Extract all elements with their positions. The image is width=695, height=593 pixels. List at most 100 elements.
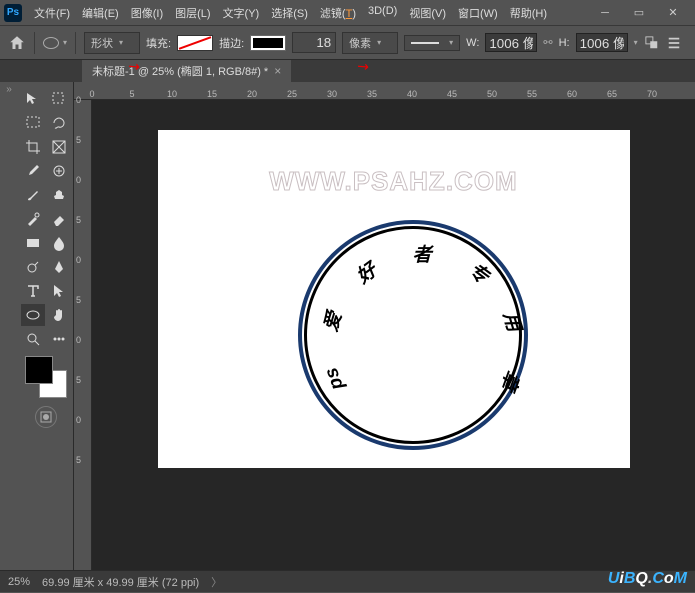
window-controls: ─ ▭ ✕ — [593, 4, 691, 22]
status-menu-chevron[interactable]: 〉 — [211, 574, 222, 590]
document-area: 0510152025303540455055606570 0505050505 … — [74, 82, 695, 570]
options-bar: ▾ 形状▾ 填充: 描边: 像素▾ ▾ W: ⚯ H: ▾ — [0, 26, 695, 60]
ruler-tick: 50 — [487, 89, 497, 99]
align-icon[interactable] — [666, 36, 682, 50]
artboard-tool[interactable] — [47, 88, 71, 110]
hand-tool[interactable] — [47, 304, 71, 326]
eyedropper-tool[interactable] — [21, 160, 45, 182]
app-logo[interactable]: Ps — [4, 4, 22, 22]
menu-view[interactable]: 视图(V) — [403, 2, 452, 24]
path-text-char: 用 — [497, 308, 528, 334]
artboard[interactable]: WWW.PSAHZ.COM ps 爱好 者专用章 — [158, 130, 630, 468]
type-tool[interactable] — [21, 280, 45, 302]
minimize-button[interactable]: ─ — [593, 4, 617, 22]
path-text-char: 好 — [350, 256, 381, 289]
tab-close-icon[interactable]: × — [274, 64, 281, 78]
horizontal-ruler[interactable]: 0510152025303540455055606570 — [74, 82, 695, 100]
document-tab-title: 未标题-1 @ 25% (椭圆 1, RGB/8#) * — [92, 63, 268, 79]
stroke-width-input[interactable] — [292, 32, 336, 53]
tools-panel — [18, 82, 74, 570]
zoom-level[interactable]: 25% — [8, 576, 30, 588]
ruler-tick: 25 — [287, 89, 297, 99]
maximize-button[interactable]: ▭ — [627, 4, 651, 22]
menu-image[interactable]: 图像(I) — [125, 2, 169, 24]
menu-help[interactable]: 帮助(H) — [504, 2, 553, 24]
ruler-tick: 0 — [76, 175, 81, 185]
canvas-viewport[interactable]: WWW.PSAHZ.COM ps 爱好 者专用章 — [92, 100, 695, 570]
ruler-tick: 0 — [76, 255, 81, 265]
tool-mode-dropdown[interactable]: 形状▾ — [84, 32, 140, 54]
ruler-tick: 5 — [76, 375, 81, 385]
ruler-tick: 15 — [207, 89, 217, 99]
ruler-tick: 5 — [76, 215, 81, 225]
ruler-tick: 5 — [129, 89, 134, 99]
collapse-chevron-icon[interactable]: » — [6, 84, 12, 95]
clone-stamp-tool[interactable] — [47, 184, 71, 206]
ruler-tick: 70 — [647, 89, 657, 99]
ruler-tick: 5 — [76, 135, 81, 145]
eraser-tool[interactable] — [47, 208, 71, 230]
fill-swatch[interactable] — [177, 35, 213, 51]
stroke-swatch[interactable] — [250, 35, 286, 51]
path-text-char: 专 — [463, 256, 494, 289]
stroke-unit-dropdown[interactable]: 像素▾ — [342, 32, 398, 54]
ruler-tick: 0 — [89, 89, 94, 99]
status-bar: 25% 69.99 厘米 x 49.99 厘米 (72 ppi) 〉 — [0, 570, 695, 592]
ruler-tick: 30 — [327, 89, 337, 99]
pen-tool[interactable] — [47, 256, 71, 278]
history-brush-tool[interactable] — [21, 208, 45, 230]
dodge-tool[interactable] — [21, 256, 45, 278]
lasso-tool[interactable] — [47, 112, 71, 134]
path-select-tool[interactable] — [47, 280, 71, 302]
path-ops-icon[interactable] — [644, 36, 660, 50]
menu-select[interactable]: 选择(S) — [265, 2, 314, 24]
quick-mask-button[interactable] — [35, 406, 57, 428]
path-text-char: 爱 — [315, 308, 346, 334]
width-input[interactable] — [485, 33, 537, 52]
path-text-char: 章 — [495, 367, 527, 394]
edit-toolbar[interactable] — [47, 328, 71, 350]
width-label: W: — [466, 37, 479, 49]
more-options-dropdown[interactable]: ▾ — [634, 38, 638, 47]
ruler-tick: 10 — [167, 89, 177, 99]
path-text[interactable]: ps 爱好 者专用章 — [298, 220, 528, 450]
vertical-ruler[interactable]: 0505050505 — [74, 100, 92, 570]
zoom-tool[interactable] — [21, 328, 45, 350]
color-picker[interactable] — [25, 356, 67, 398]
document-tab[interactable]: 未标题-1 @ 25% (椭圆 1, RGB/8#) * × — [82, 60, 291, 82]
home-icon[interactable] — [8, 34, 26, 52]
brush-tool[interactable] — [21, 184, 45, 206]
stroke-style-dropdown[interactable]: ▾ — [404, 35, 460, 51]
watermark-text: WWW.PSAHZ.COM — [269, 166, 517, 197]
ruler-tick: 60 — [567, 89, 577, 99]
menu-window[interactable]: 窗口(W) — [452, 2, 504, 24]
foreground-color-swatch[interactable] — [25, 356, 53, 384]
height-label: H: — [559, 37, 570, 49]
shape-preset-dropdown[interactable]: ▾ — [43, 37, 67, 49]
menu-file[interactable]: 文件(F) — [28, 2, 76, 24]
ellipse-tool[interactable] — [21, 304, 45, 326]
marquee-tool[interactable] — [21, 112, 45, 134]
height-input[interactable] — [576, 33, 628, 52]
ruler-tick: 40 — [407, 89, 417, 99]
spot-heal-tool[interactable] — [47, 160, 71, 182]
crop-tool[interactable] — [21, 136, 45, 158]
menu-layer[interactable]: 图层(L) — [169, 2, 216, 24]
frame-tool[interactable] — [47, 136, 71, 158]
menu-3d[interactable]: 3D(D) — [362, 2, 403, 24]
document-tab-strip: 未标题-1 @ 25% (椭圆 1, RGB/8#) * × — [0, 60, 695, 82]
blur-tool[interactable] — [47, 232, 71, 254]
path-text-char: 者 — [413, 240, 432, 267]
menu-edit[interactable]: 编辑(E) — [76, 2, 125, 24]
close-button[interactable]: ✕ — [661, 4, 685, 22]
ruler-tick: 35 — [367, 89, 377, 99]
ruler-tick: 55 — [527, 89, 537, 99]
gradient-tool[interactable] — [21, 232, 45, 254]
menu-filter[interactable]: 滤镜(T) — [314, 2, 362, 24]
ellipse-icon — [43, 37, 59, 49]
menu-type[interactable]: 文字(Y) — [217, 2, 266, 24]
ruler-tick: 0 — [76, 335, 81, 345]
move-tool[interactable] — [21, 88, 45, 110]
path-text-char: ps — [320, 364, 348, 392]
link-icon[interactable]: ⚯ — [543, 36, 552, 49]
